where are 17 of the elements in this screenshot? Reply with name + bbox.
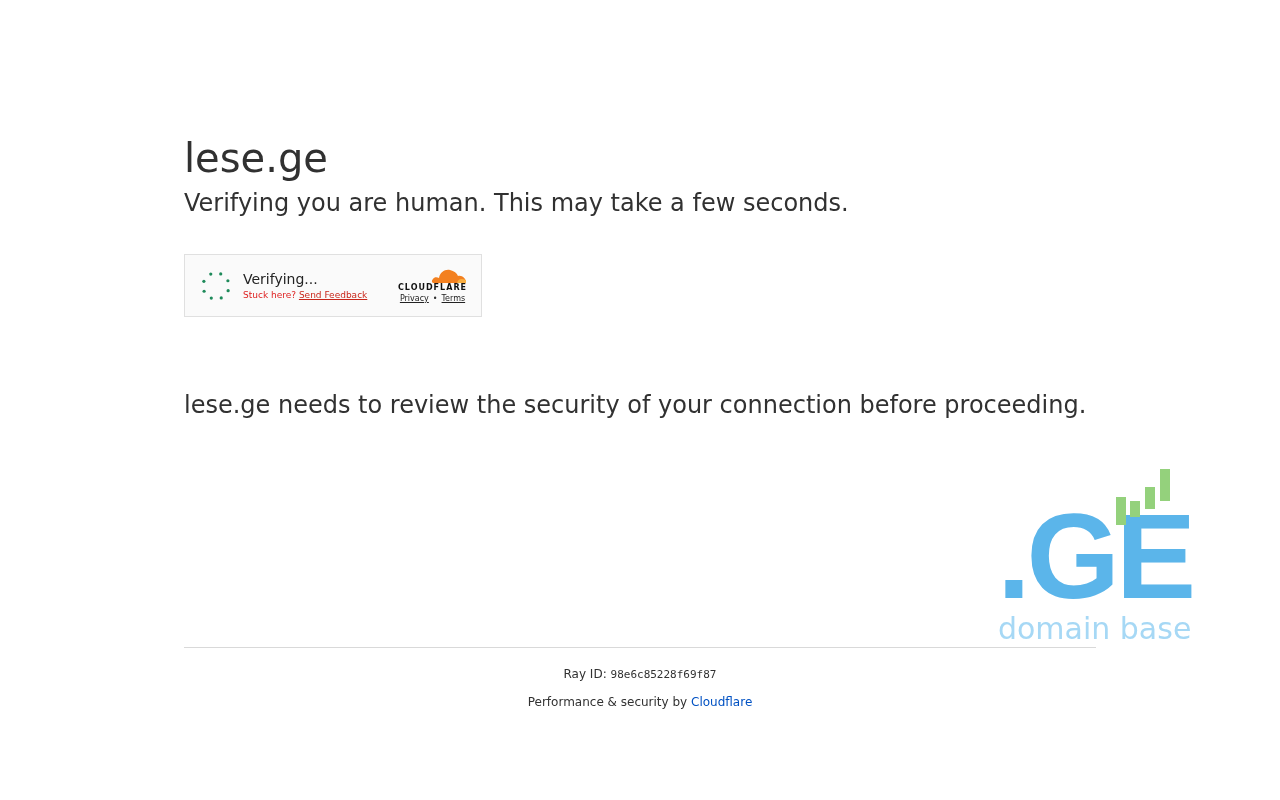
logo-mark: .GE — [997, 501, 1192, 611]
site-title: lese.ge — [184, 134, 329, 183]
brand-name: CLOUDFLARE — [398, 282, 467, 293]
stuck-text: Stuck here? — [243, 289, 297, 300]
security-message: lese.ge needs to review the security of your connection before proceeding. — [184, 390, 1088, 421]
ray-id: 98e6c85228f69f87 — [610, 668, 717, 681]
terms-link[interactable]: Terms — [441, 292, 466, 305]
performance-text: Performance & security by — [527, 695, 688, 709]
status-text: Verifying... — [243, 269, 319, 288]
cloudflare-link[interactable]: Cloudflare — [691, 695, 753, 709]
spinner-icon — [200, 269, 232, 302]
privacy-link[interactable]: Privacy — [399, 292, 429, 305]
separator-dot: • — [432, 292, 438, 305]
feedback-link[interactable]: Send Feedback — [298, 289, 368, 300]
logo-tagline: domain base — [997, 611, 1192, 647]
ray-label: Ray ID: — [563, 667, 607, 681]
verification-heading: Verifying you are human. This may take a few seconds. — [184, 188, 850, 219]
